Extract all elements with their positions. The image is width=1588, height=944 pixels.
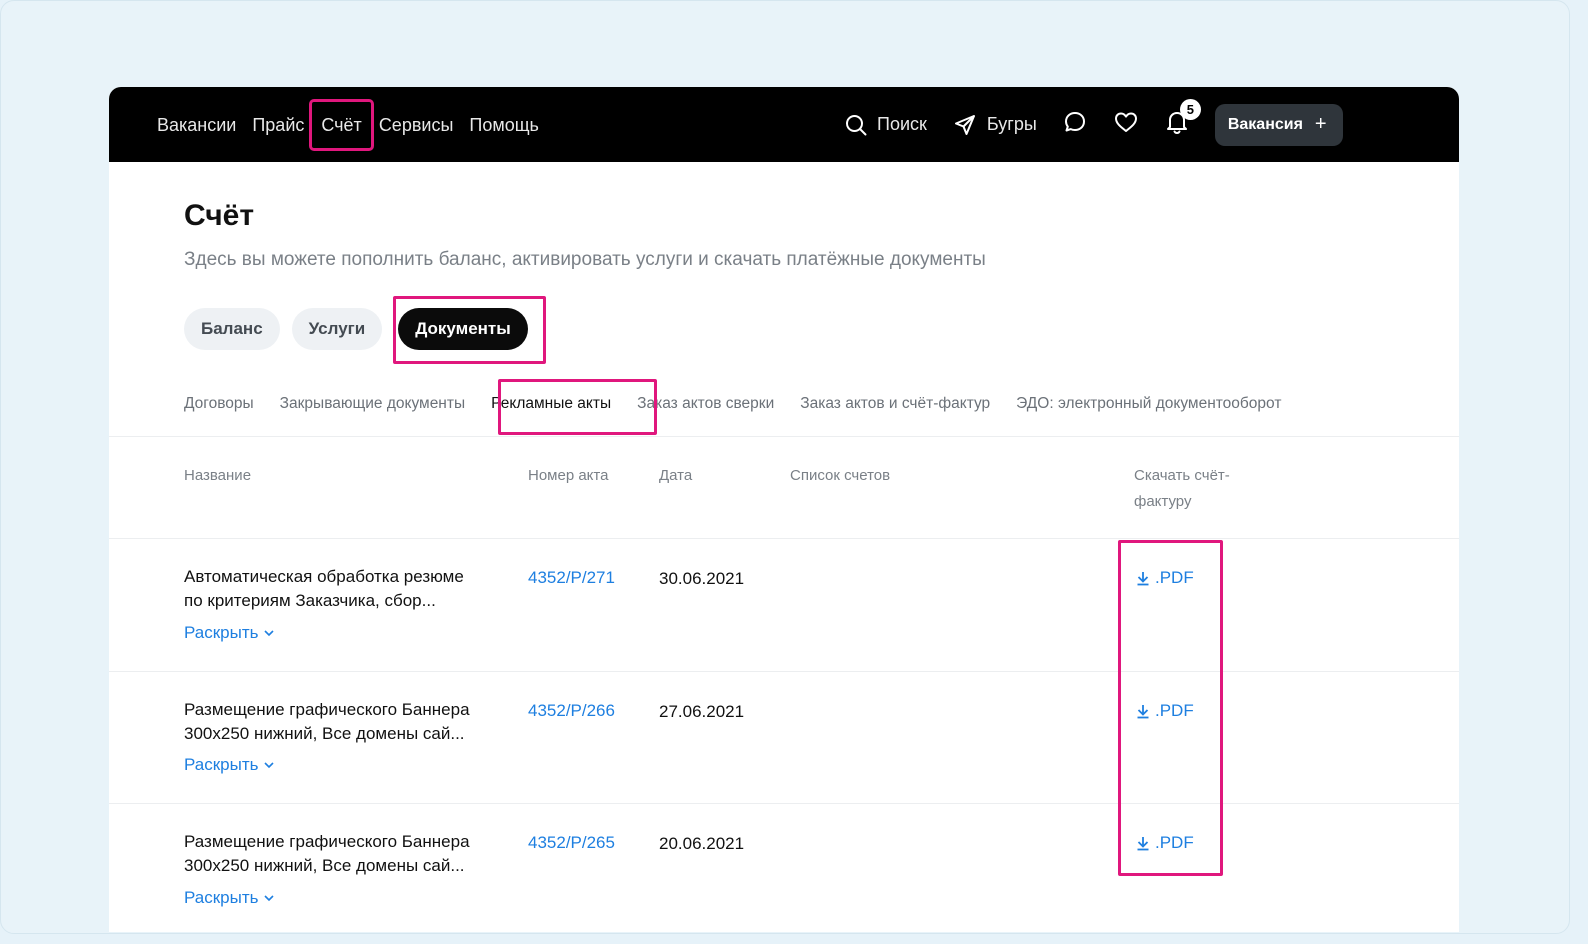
act-number-link[interactable]: 4352/Р/271 <box>528 568 615 588</box>
heart-icon <box>1114 112 1137 132</box>
search-button[interactable]: Поиск <box>845 114 927 136</box>
search-icon <box>846 114 867 135</box>
row-name: Автоматическая обработка резюме по крите… <box>184 565 514 612</box>
expand-link[interactable]: Раскрыть <box>184 623 275 643</box>
row-name-line2: 300x250 нижний, Все домены сай... <box>184 855 465 875</box>
add-vacancy-label: Вакансия <box>1227 115 1303 133</box>
column-header-download: Скачать счёт- фактуру <box>1134 463 1230 515</box>
bugry-label: Бугры <box>986 114 1037 134</box>
nav-item-account[interactable]: Счёт <box>309 99 374 151</box>
column-header-download-line1: Скачать счёт- <box>1134 467 1230 484</box>
header-tools: Поиск Бугры 5 Вакансия + <box>845 87 1343 162</box>
nav-item-vacancies[interactable]: Вакансии <box>157 113 244 148</box>
act-number-link[interactable]: 4352/Р/266 <box>528 701 615 721</box>
top-navigation-bar: Вакансии Прайс Счёт Сервисы Помощь Поиск… <box>109 87 1459 162</box>
subtabs-divider <box>109 436 1459 437</box>
row-date: 27.06.2021 <box>659 702 745 721</box>
pill-services[interactable]: Услуги <box>291 308 383 350</box>
documents-highlight-frame <box>393 296 546 364</box>
row-divider <box>109 671 1459 672</box>
subtab-closing-documents[interactable]: Закрывающие документы <box>280 395 465 413</box>
column-header-act-number: Номер акта <box>528 467 609 484</box>
expand-label: Раскрыть <box>184 755 259 774</box>
nav-item-services[interactable]: Сервисы <box>371 113 462 148</box>
plus-icon: + <box>1314 113 1327 135</box>
nav-item-price[interactable]: Прайс <box>244 113 312 148</box>
chevron-down-icon <box>264 894 275 901</box>
add-vacancy-button[interactable]: Вакансия + <box>1214 103 1343 146</box>
act-number-link[interactable]: 4352/Р/265 <box>528 833 615 853</box>
row-date: 20.06.2021 <box>659 834 745 853</box>
notifications-button[interactable]: 5 <box>1165 99 1201 140</box>
messages-button[interactable] <box>1063 110 1087 139</box>
expand-label: Раскрыть <box>184 888 259 907</box>
send-arrow-icon <box>954 114 975 135</box>
row-name: Размещение графического Баннера 300x250 … <box>184 830 514 877</box>
expand-link[interactable]: Раскрыть <box>184 755 275 775</box>
row-date: 30.06.2021 <box>659 569 745 588</box>
row-name-line2: 300x250 нижний, Все домены сай... <box>184 723 465 743</box>
favorites-button[interactable] <box>1113 110 1139 139</box>
header-divider <box>109 538 1459 539</box>
chevron-down-icon <box>264 629 275 636</box>
row-name-line2: по критериям Заказчика, сбор... <box>184 590 436 610</box>
subtab-reconciliation-acts[interactable]: Заказ актов сверки <box>637 395 774 413</box>
row-name: Размещение графического Баннера 300x250 … <box>184 698 514 745</box>
row-name-line1: Размещение графического Баннера <box>184 832 470 851</box>
chat-bubble-icon <box>1064 112 1085 132</box>
nav-item-help[interactable]: Помощь <box>461 113 547 148</box>
column-header-name: Название <box>184 467 252 484</box>
expand-link[interactable]: Раскрыть <box>184 888 275 908</box>
bugry-button[interactable]: Бугры <box>953 113 1037 137</box>
notifications-badge: 5 <box>1179 99 1201 120</box>
document-subtabs: Договоры Закрывающие документы Рекламные… <box>184 395 1307 413</box>
ad-acts-highlight-frame <box>498 379 657 435</box>
search-label: Поиск <box>877 114 927 134</box>
pdf-column-highlight-frame <box>1118 540 1223 876</box>
chevron-down-icon <box>264 761 275 768</box>
subtab-acts-and-invoices[interactable]: Заказ актов и счёт-фактур <box>800 395 990 413</box>
page-subtitle: Здесь вы можете пополнить баланс, активи… <box>184 249 986 270</box>
app-window: Вакансии Прайс Счёт Сервисы Помощь Поиск… <box>109 87 1459 932</box>
subtab-contracts[interactable]: Договоры <box>184 395 254 413</box>
column-header-invoices: Список счетов <box>790 467 891 484</box>
subtab-edo[interactable]: ЭДО: электронный документооборот <box>1016 395 1281 413</box>
row-divider <box>109 803 1459 804</box>
row-name-line1: Размещение графического Баннера <box>184 700 470 719</box>
column-header-date: Дата <box>659 467 693 484</box>
row-name-line1: Автоматическая обработка резюме <box>184 567 464 586</box>
expand-label: Раскрыть <box>184 623 259 642</box>
main-nav: Вакансии Прайс Счёт Сервисы Помощь <box>157 99 547 151</box>
pill-balance[interactable]: Баланс <box>184 308 280 350</box>
column-header-download-line2: фактуру <box>1134 493 1192 510</box>
page-title: Счёт <box>184 199 255 232</box>
